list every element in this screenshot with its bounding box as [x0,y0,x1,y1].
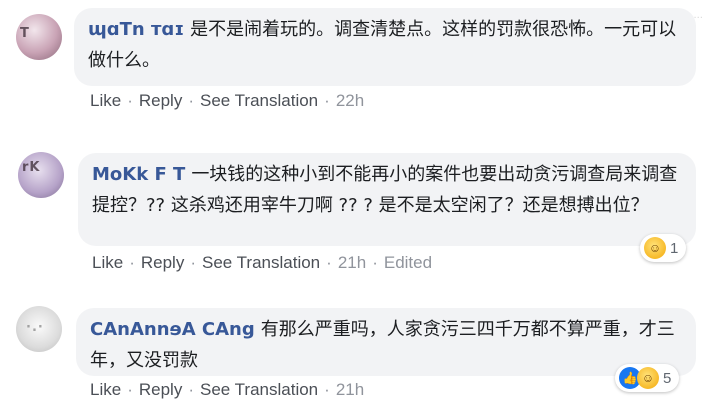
haha-icon: ☺ [637,367,659,389]
comment-bubble: ɰɑTn ᴛɑɪ 是不是闹着玩的。调查清楚点。这样的罚款很恐怖。一元可以做什么。 [74,8,696,86]
reaction-summary[interactable]: 👍 ☺ 5 [615,364,680,392]
haha-icon: ☺ [644,237,666,259]
comment-author[interactable]: MoKk F T [92,164,185,185]
reply-link[interactable]: Reply [141,253,184,272]
comment-author[interactable]: ɰɑTn ᴛɑɪ [88,19,184,40]
see-translation-link[interactable]: See Translation [202,253,320,272]
avatar[interactable]: T [16,14,62,60]
edited-label[interactable]: Edited [384,253,432,272]
comment-bubble: MoKk F T 一块钱的这种小到不能再小的案件也要出动贪污调查局来调查提控？??… [78,153,696,246]
like-link[interactable]: Like [92,253,123,272]
see-translation-link[interactable]: See Translation [200,380,318,399]
comment-actions: Like · Reply · See Translation · 21h · Edited [92,253,433,272]
reaction-summary[interactable]: ☺ 1 [640,234,687,262]
like-link[interactable]: Like [90,380,121,399]
reply-link[interactable]: Reply [139,380,182,399]
see-translation-link[interactable]: See Translation [200,91,318,110]
timestamp[interactable]: 21h [336,380,364,399]
comment-actions: Like · Reply · See Translation · 21h [90,380,365,399]
avatar[interactable]: ·.· [16,306,62,352]
avatar[interactable]: rK [18,152,64,198]
comment-author[interactable]: CAnAnnɘA CAng [90,319,255,340]
reaction-count: 5 [663,369,672,387]
reply-link[interactable]: Reply [139,91,182,110]
like-link[interactable]: Like [90,91,121,110]
reaction-count: 1 [670,239,679,257]
timestamp[interactable]: 22h [336,91,364,110]
comment-bubble: CAnAnnɘA CAng 有那么严重吗，人家贪污三四千万都不算严重，才三年，又没… [76,308,696,376]
timestamp[interactable]: 21h [338,253,366,272]
comment-actions: Like · Reply · See Translation · 22h [90,91,365,110]
